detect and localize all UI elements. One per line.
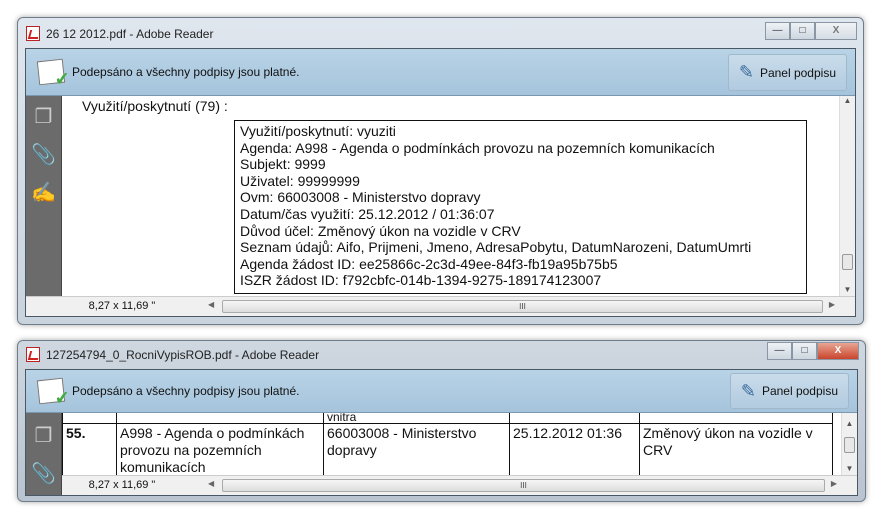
title-bar: 26 12 2012.pdf - Adobe Reader: [26, 26, 213, 41]
detail-line: Datum/čas využití: 25.12.2012 / 01:36:07: [240, 205, 495, 222]
detail-line: Uživatel: 99999999: [240, 172, 360, 189]
close-button[interactable]: X: [817, 342, 859, 360]
cell-reason: Změnový úkon na vozidle v CRV: [639, 423, 833, 475]
vertical-scrollbar[interactable]: ▲ ▼: [841, 413, 857, 475]
scroll-thumb[interactable]: [844, 437, 855, 453]
signature-status: Podepsáno a všechny podpisy jsou platné.: [72, 384, 300, 398]
pen-icon: ✎: [740, 380, 756, 401]
adobe-reader-window-1: 26 12 2012.pdf - Adobe Reader —□X Podeps…: [17, 17, 864, 325]
signature-panel-button[interactable]: ✎ Panel podpisu: [729, 373, 849, 409]
detail-line: Ovm: 66003008 - Ministerstvo dopravy: [240, 189, 481, 206]
signature-valid-icon: [36, 58, 66, 86]
page-size: 8,27 x 11,69 ": [88, 300, 156, 312]
horizontal-scrollbar[interactable]: III: [222, 479, 825, 492]
signature-valid-icon: [36, 377, 66, 405]
horizontal-scrollbar[interactable]: III: [222, 300, 823, 313]
signature-panel-button[interactable]: ✎ Panel podpisu: [727, 54, 847, 91]
detail-line: Důvod účel: Změnový úkon na vozidle v CR…: [240, 222, 521, 239]
attachment-icon[interactable]: 📎: [26, 461, 61, 491]
attachment-icon[interactable]: 📎: [26, 142, 61, 172]
table-row: 55. A998 - Agenda o podmínkách provozu n…: [62, 423, 833, 475]
adobe-reader-window-2: 127254794_0_RocniVypisROB.pdf - Adobe Re…: [17, 340, 866, 502]
cell-ovm: 66003008 - Ministerstvo dopravy: [323, 423, 510, 475]
scroll-up-button[interactable]: ▲: [840, 96, 855, 105]
pages-icon[interactable]: ❐: [26, 423, 61, 453]
cell-agenda: A998 - Agenda o podmínkách provozu na po…: [116, 423, 324, 475]
scroll-up-button[interactable]: ▲: [842, 419, 857, 428]
scroll-right-button[interactable]: ▶: [831, 479, 837, 488]
page-size: 8,27 x 11,69 ": [88, 479, 156, 491]
cell-datetime: 25.12.2012 01:36: [509, 423, 640, 475]
signature-banner: Podepsáno a všechny podpisy jsou platné.…: [26, 49, 855, 96]
window-title: 26 12 2012.pdf - Adobe Reader: [46, 26, 214, 41]
section-heading: Využití/poskytnutí (79) :: [82, 98, 228, 114]
pages-icon[interactable]: ❐: [26, 104, 61, 134]
panel-button-label: Panel podpisu: [761, 384, 838, 398]
cell-number: 55.: [62, 423, 117, 475]
status-bar: 8,27 x 11,69 " ◀ III ▶: [62, 475, 857, 495]
detail-line: Využití/poskytnutí: vyuziti: [240, 123, 396, 139]
detail-line: Agenda: A998 - Agenda o podmínkách provo…: [240, 139, 715, 156]
document-page: Využití/poskytnutí (79) : Využití/poskyt…: [62, 96, 839, 296]
window-title: 127254794_0_RocniVypisROB.pdf - Adobe Re…: [46, 347, 320, 362]
scroll-right-button[interactable]: ▶: [829, 300, 835, 309]
maximize-button[interactable]: □: [790, 22, 815, 40]
scroll-down-button[interactable]: ▼: [840, 285, 855, 294]
minimize-button[interactable]: —: [767, 342, 792, 360]
scroll-left-button[interactable]: ◀: [208, 300, 214, 309]
maximize-button[interactable]: □: [792, 342, 817, 360]
pdf-icon: [26, 347, 40, 362]
scroll-left-button[interactable]: ◀: [208, 479, 214, 488]
detail-line: Agenda žádost ID: ee25866c-2c3d-49ee-84f…: [240, 255, 618, 272]
status-bar: 8,27 x 11,69 " ◀ III ▶: [26, 296, 855, 316]
title-bar: 127254794_0_RocniVypisROB.pdf - Adobe Re…: [26, 347, 319, 362]
scroll-thumb[interactable]: [842, 254, 853, 270]
usage-table: vnitra 55. A998 - Agenda o podmínkách pr…: [62, 413, 833, 475]
pen-icon: ✎: [738, 62, 754, 82]
vertical-scrollbar[interactable]: ▲ ▼: [839, 96, 855, 296]
cell-fragment: vnitra: [323, 413, 510, 424]
detail-line: Seznam údajů: Aifo, Prijmeni, Jmeno, Adr…: [240, 239, 752, 256]
close-button[interactable]: X: [815, 22, 857, 40]
navigation-rail: ❐ 📎: [26, 413, 62, 495]
document-page: vnitra 55. A998 - Agenda o podmínkách pr…: [62, 413, 841, 475]
minimize-button[interactable]: —: [765, 22, 790, 40]
signature-banner: Podepsáno a všechny podpisy jsou platné.…: [26, 370, 857, 413]
detail-line: ISZR žádost ID: f792cbfc-014b-1394-9275-…: [240, 272, 602, 289]
signature-status: Podepsáno a všechny podpisy jsou platné.: [72, 65, 300, 79]
table-row: vnitra: [62, 413, 833, 424]
pdf-icon: [26, 26, 40, 41]
scroll-down-button[interactable]: ▼: [842, 464, 857, 473]
record-details-box: Využití/poskytnutí: vyuziti Agenda: A998…: [234, 120, 807, 294]
panel-button-label: Panel podpisu: [759, 65, 836, 80]
detail-line: Subjekt: 9999: [240, 156, 326, 173]
signatures-icon[interactable]: ✍: [26, 180, 61, 210]
navigation-rail: ❐ 📎 ✍: [26, 96, 62, 296]
